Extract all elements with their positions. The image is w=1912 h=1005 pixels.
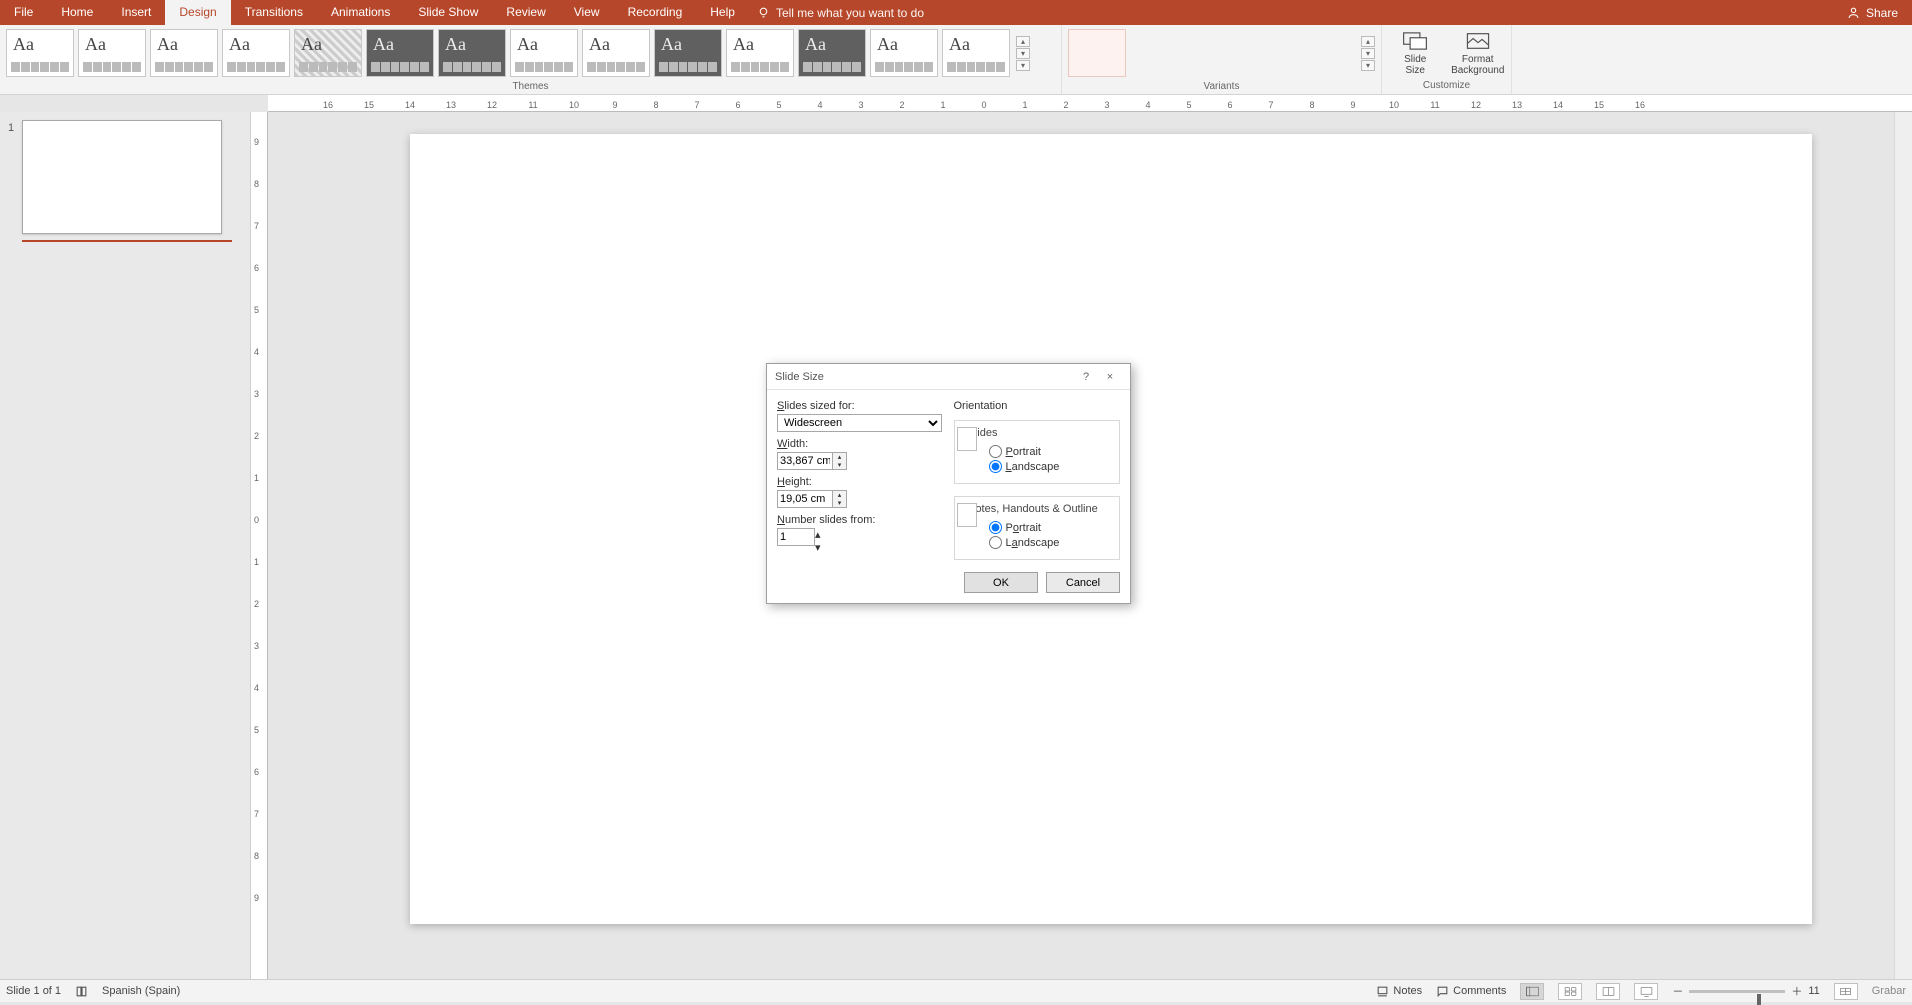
sorter-view-button[interactable]	[1558, 983, 1582, 1000]
notes-portrait-radio[interactable]	[989, 521, 1002, 534]
number-slides-from-label: Number slides from:	[777, 514, 944, 526]
slideshow-view-button[interactable]	[1634, 983, 1658, 1000]
notes-button[interactable]: Notes	[1376, 985, 1422, 998]
slides-portrait-radio[interactable]	[989, 445, 1002, 458]
numfrom-spin-up[interactable]: ▴	[815, 528, 821, 541]
height-label: Height:	[777, 476, 944, 488]
language-indicator[interactable]: Spanish (Spain)	[102, 985, 180, 997]
cancel-button[interactable]: Cancel	[1046, 572, 1120, 593]
fit-icon	[1839, 985, 1852, 998]
zoom-out-button[interactable]: －	[1672, 983, 1683, 999]
zoom-percent[interactable]: 11	[1808, 985, 1819, 997]
zoom-control: － ＋ 11	[1672, 983, 1819, 999]
normal-view-button[interactable]	[1520, 983, 1544, 1000]
dialog-help-button[interactable]: ?	[1074, 371, 1098, 383]
modal-overlay: Slide Size ? × SSlides sized for:lides s…	[0, 0, 1912, 1002]
slides-landscape-radio[interactable]	[989, 460, 1002, 473]
height-spin-up[interactable]: ▴	[833, 491, 846, 499]
portrait-label: Portrait	[1006, 522, 1041, 534]
reading-view-icon	[1602, 985, 1615, 998]
book-icon	[75, 985, 88, 998]
height-input[interactable]	[777, 490, 833, 508]
zoom-slider[interactable]	[1689, 990, 1785, 993]
grabar-indicator: Grabar	[1872, 985, 1906, 997]
landscape-label: Landscape	[1006, 537, 1060, 549]
dialog-titlebar: Slide Size ? ×	[767, 364, 1130, 390]
notes-icon	[1376, 985, 1389, 998]
height-spin-down[interactable]: ▾	[833, 499, 846, 507]
reading-view-button[interactable]	[1596, 983, 1620, 1000]
comments-button[interactable]: Comments	[1436, 985, 1506, 998]
fit-to-window-button[interactable]	[1834, 983, 1858, 1000]
number-from-input[interactable]	[777, 528, 815, 546]
portrait-label: Portrait	[1006, 446, 1041, 458]
notes-landscape-radio[interactable]	[989, 536, 1002, 549]
comments-icon	[1436, 985, 1449, 998]
slideshow-view-icon	[1640, 985, 1653, 998]
landscape-label: Landscape	[1006, 461, 1060, 473]
width-spin-up[interactable]: ▴	[833, 453, 846, 461]
slides-sized-for-label: SSlides sized for:lides sized for:	[777, 400, 944, 412]
slide-indicator: Slide 1 of 1	[6, 985, 61, 997]
sorter-view-icon	[1564, 985, 1577, 998]
width-spin-down[interactable]: ▾	[833, 461, 846, 469]
page-icon	[957, 503, 977, 527]
width-input[interactable]	[777, 452, 833, 470]
dialog-close-button[interactable]: ×	[1098, 371, 1122, 383]
ok-button[interactable]: OK	[964, 572, 1038, 593]
slides-sized-for-select[interactable]: Widescreen	[777, 414, 942, 432]
dialog-title: Slide Size	[775, 371, 1074, 383]
normal-view-icon	[1526, 985, 1539, 998]
spellcheck-button[interactable]	[75, 985, 88, 998]
orientation-label: Orientation	[954, 400, 1121, 412]
status-bar: Slide 1 of 1 Spanish (Spain) Notes Comme…	[0, 979, 1912, 1002]
page-icon	[957, 427, 977, 451]
numfrom-spin-down[interactable]: ▾	[815, 541, 821, 554]
notes-group-label: Notes, Handouts & Outline	[965, 503, 1101, 515]
zoom-in-button[interactable]: ＋	[1791, 983, 1802, 999]
slide-size-dialog: Slide Size ? × SSlides sized for:lides s…	[766, 363, 1131, 604]
width-label: Width:	[777, 438, 944, 450]
